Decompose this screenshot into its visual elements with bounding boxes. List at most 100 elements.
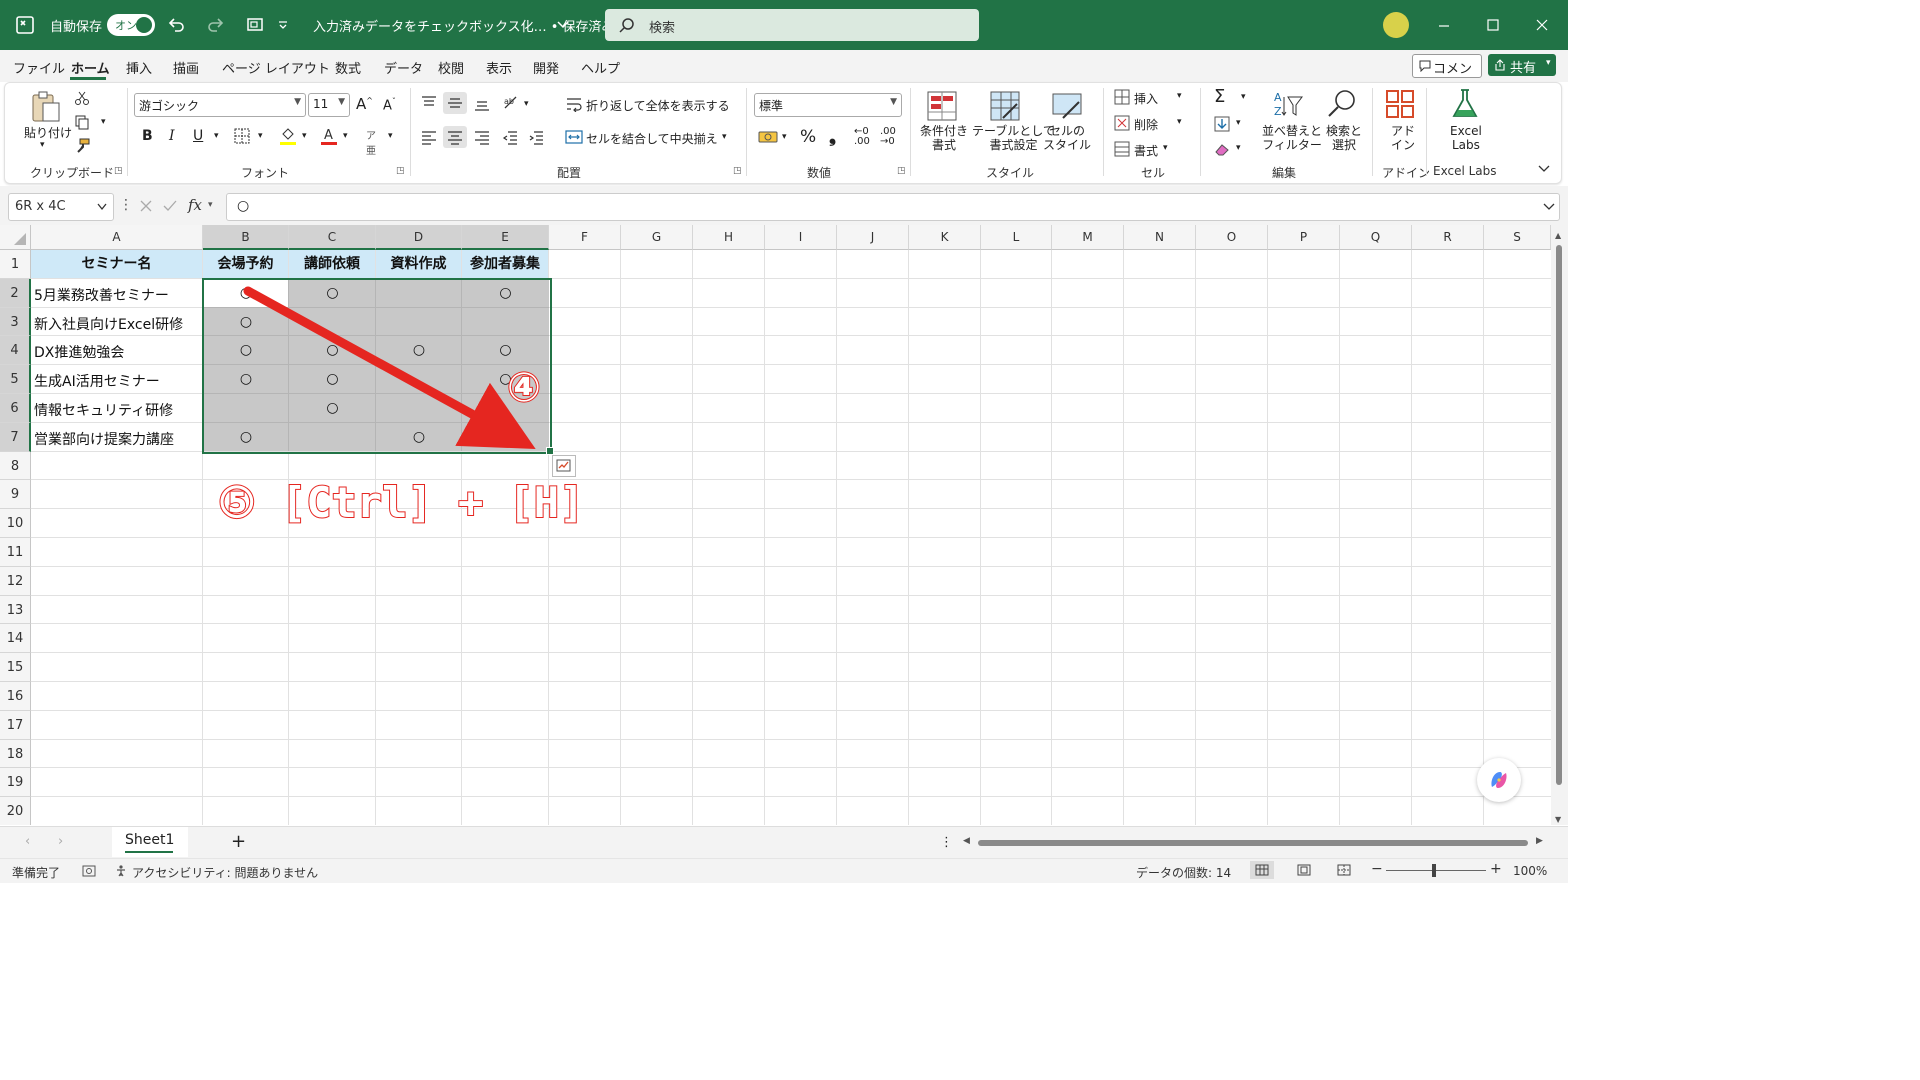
scroll-right-icon[interactable]: ▶ [1536, 836, 1543, 846]
phonetic-guide-icon[interactable]: ア亜 [366, 127, 376, 157]
add-sheet-button[interactable]: + [231, 831, 246, 852]
percent-button[interactable]: % [800, 127, 816, 147]
delete-cells-icon[interactable] [1114, 115, 1130, 131]
wrap-text-icon[interactable] [566, 96, 582, 112]
zoom-level[interactable]: 100% [1513, 864, 1547, 878]
clipboard-dialog-launcher-icon[interactable]: ◳ [114, 166, 123, 176]
borders-dropdown-icon[interactable]: ▾ [258, 131, 263, 141]
merge-dropdown-icon[interactable]: ▾ [722, 132, 727, 142]
name-box[interactable]: 6R x 4C [8, 193, 114, 221]
cell-styles-button[interactable]: セルの スタイル [1043, 124, 1091, 152]
menu-developer[interactable]: 開発 [533, 58, 559, 77]
number-format-select[interactable]: 標準 ▼ [754, 93, 902, 117]
paste-dropdown-icon[interactable]: ▾ [40, 140, 45, 150]
sort-filter-icon[interactable]: AZ [1272, 89, 1304, 121]
chevron-down-icon[interactable] [557, 20, 569, 30]
format-dropdown-icon[interactable]: ▾ [1163, 143, 1168, 153]
minimize-icon[interactable] [1438, 20, 1450, 32]
vertical-scrollbar[interactable]: ▲ ▼ [1551, 225, 1568, 825]
zoom-slider-thumb[interactable] [1432, 864, 1436, 877]
format-painter-icon[interactable] [74, 138, 90, 154]
fx-dropdown-icon[interactable]: ▾ [208, 200, 213, 210]
maximize-icon[interactable] [1487, 19, 1499, 31]
alignment-dialog-launcher-icon[interactable]: ◳ [733, 166, 742, 176]
conditional-formatting-button[interactable]: 条件付き 書式 [920, 124, 968, 152]
merge-center-icon[interactable] [565, 129, 583, 145]
find-select-icon[interactable] [1326, 88, 1358, 120]
scroll-down-icon[interactable]: ▼ [1555, 815, 1561, 824]
menu-page-layout[interactable]: ページ レイアウト [222, 58, 330, 77]
previous-sheet-icon[interactable]: ‹ [25, 834, 30, 849]
decrease-indent-icon[interactable] [502, 129, 518, 145]
formula-bar-splitter[interactable]: ⋮ [119, 197, 133, 213]
bold-button[interactable]: B [142, 128, 153, 144]
menu-help[interactable]: ヘルプ [581, 58, 620, 77]
increase-indent-icon[interactable] [528, 129, 544, 145]
add-ins-icon[interactable] [1385, 89, 1415, 119]
enter-icon[interactable] [163, 200, 177, 212]
normal-view-button[interactable] [1250, 861, 1274, 879]
share-button[interactable]: 共有 ▾ [1488, 54, 1556, 76]
insert-cells-button[interactable]: 挿入 [1134, 90, 1158, 107]
screenshot-icon[interactable] [246, 16, 264, 34]
increase-decimal-icon[interactable]: ←0.00 [854, 127, 870, 147]
zoom-out-icon[interactable]: − [1371, 861, 1383, 877]
zoom-slider[interactable] [1386, 870, 1486, 871]
collapse-ribbon-icon[interactable] [1538, 164, 1550, 174]
avatar[interactable] [1383, 12, 1409, 38]
delete-cells-button[interactable]: 削除 [1134, 116, 1158, 133]
scroll-left-icon[interactable]: ◀ [963, 836, 970, 846]
worksheet-grid[interactable]: ABCDEFGHIJKLMNOPQRS 1 2 3 4 5 6 7 8 9 10 11 12 13 14 1… [0, 225, 1568, 825]
clear-icon[interactable] [1214, 141, 1230, 157]
search-box[interactable]: 検索 [605, 9, 979, 41]
menu-insert[interactable]: 挿入 [126, 58, 152, 77]
menu-data[interactable]: データ [384, 58, 423, 77]
borders-icon[interactable] [234, 128, 250, 144]
customize-toolbar-icon[interactable] [278, 20, 288, 30]
font-color-dropdown-icon[interactable]: ▾ [343, 131, 348, 141]
menu-home[interactable]: ホーム [71, 58, 110, 77]
scroll-up-icon[interactable]: ▲ [1555, 231, 1561, 240]
insert-function-button[interactable]: fx [188, 196, 202, 214]
undo-icon[interactable] [166, 15, 186, 35]
align-right-icon[interactable] [474, 129, 490, 145]
vertical-scroll-thumb[interactable] [1556, 245, 1562, 785]
accessibility-icon[interactable] [115, 864, 129, 878]
fill-dropdown-icon[interactable]: ▾ [1236, 118, 1241, 128]
align-top-icon[interactable] [421, 95, 437, 111]
insert-cells-icon[interactable] [1114, 89, 1130, 105]
font-name-select[interactable]: 游ゴシック ▼ [134, 93, 306, 117]
document-title[interactable]: 入力済みデータをチェックボックス化… • 保存済み [313, 16, 615, 35]
orientation-icon[interactable]: ab [502, 94, 520, 112]
autosave-toggle[interactable]: オン [107, 14, 155, 36]
expand-formula-bar-icon[interactable] [1543, 203, 1555, 211]
comma-button[interactable]: ❟ [829, 126, 836, 147]
format-cells-button[interactable]: 書式 [1134, 142, 1158, 159]
number-dialog-launcher-icon[interactable]: ◳ [897, 166, 906, 176]
cut-icon[interactable] [74, 90, 90, 106]
fill-icon[interactable] [1214, 116, 1230, 132]
tab-splitter-icon[interactable]: ⋮ [940, 835, 953, 850]
accounting-dropdown-icon[interactable]: ▾ [782, 132, 787, 142]
cancel-icon[interactable] [140, 200, 152, 212]
add-ins-button[interactable]: アド イン [1391, 124, 1415, 152]
italic-button[interactable]: I [169, 128, 175, 144]
format-cells-icon[interactable] [1114, 141, 1130, 157]
accounting-format-icon[interactable] [758, 129, 778, 145]
delete-dropdown-icon[interactable]: ▾ [1177, 117, 1182, 127]
align-middle-button[interactable] [443, 92, 467, 114]
decrease-decimal-icon[interactable]: .00 →0 [880, 127, 896, 147]
sort-filter-button[interactable]: 並べ替えと フィルター [1262, 124, 1322, 152]
align-center-button[interactable] [443, 126, 467, 148]
font-color-icon[interactable]: A [320, 126, 338, 146]
excel-labs-flask-icon[interactable] [1450, 88, 1480, 120]
increase-font-size-icon[interactable]: A^ [356, 95, 373, 113]
paste-icon[interactable] [28, 90, 62, 124]
zoom-in-icon[interactable]: + [1490, 861, 1502, 877]
conditional-formatting-icon[interactable] [926, 90, 958, 122]
horizontal-scroll-thumb[interactable] [978, 840, 1528, 846]
menu-formulas[interactable]: 数式 [335, 58, 361, 77]
macro-record-icon[interactable] [82, 864, 96, 878]
align-bottom-icon[interactable] [474, 96, 490, 112]
next-sheet-icon[interactable]: › [58, 834, 63, 849]
